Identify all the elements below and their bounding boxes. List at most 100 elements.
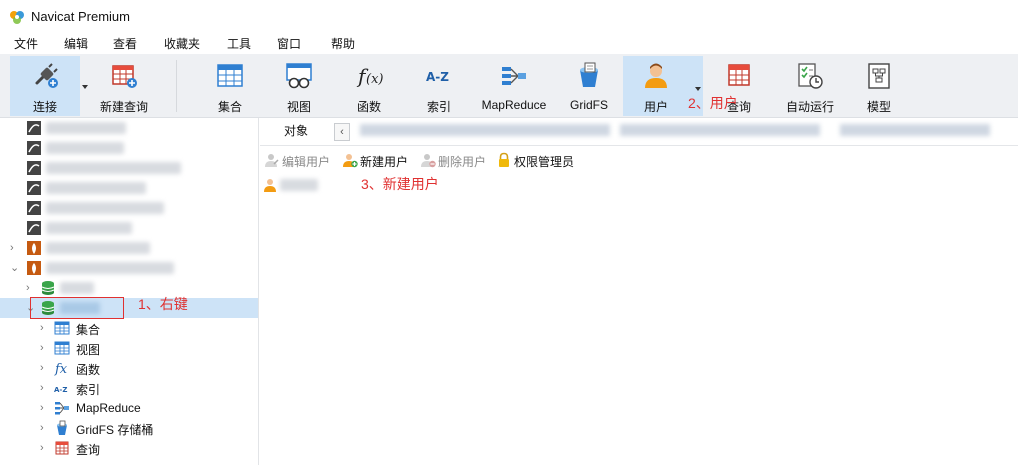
object-action-bar: 编辑用户 新建用户 删除用户 权限管理员 [260, 148, 1018, 172]
automation-button[interactable]: 自动运行 [779, 56, 841, 116]
tree-item-collections[interactable]: › 集合 [0, 318, 258, 338]
gridfs-icon [57, 420, 67, 435]
table-icon [217, 64, 243, 87]
edit-user-button[interactable]: 编辑用户 [264, 152, 340, 169]
tree-item-database[interactable]: › [0, 278, 258, 298]
query-icon [55, 441, 69, 455]
function-button[interactable]: f (x) 函数 [341, 56, 397, 116]
new-user-button[interactable]: 新建用户 [342, 152, 418, 169]
connect-dropdown-icon[interactable] [82, 85, 88, 89]
redacted-label [46, 182, 146, 194]
index-label: 索引 [426, 100, 451, 114]
tree-item-mongodb-connection-open[interactable]: ⌄ [0, 258, 258, 278]
tab-scroll-left-button[interactable]: ‹ [334, 123, 350, 141]
index-button[interactable]: A-Z 索引 [411, 56, 467, 116]
chevron-right-icon[interactable]: › [10, 242, 18, 254]
tree-item-views[interactable]: › 视图 [0, 338, 258, 358]
edit-user-icon [265, 154, 279, 167]
gridfs-button[interactable]: GridFS [562, 56, 616, 116]
mongodb-connection-icon [27, 241, 41, 255]
user-icon [264, 179, 276, 192]
user-dropdown-icon[interactable] [695, 87, 701, 91]
tree-item-mongodb-connection[interactable]: › [0, 238, 258, 258]
new-query-icon [112, 65, 137, 88]
query-icon [728, 64, 750, 86]
menu-help[interactable]: 帮助 [331, 35, 355, 52]
tree-item-connection[interactable] [0, 218, 258, 238]
redacted-tab [360, 124, 610, 136]
tree-label-functions: 函数 [76, 363, 101, 377]
mapreduce-button[interactable]: MapReduce [475, 56, 553, 116]
menu-view[interactable]: 查看 [113, 35, 137, 52]
chevron-right-icon[interactable]: › [40, 362, 48, 374]
function-label: 函数 [356, 100, 381, 114]
delete-user-icon [421, 154, 436, 168]
new-query-button[interactable]: 新建查询 [92, 56, 156, 116]
mapreduce-label: MapReduce [481, 98, 547, 112]
redacted-label [46, 242, 150, 254]
collection-label: 集合 [217, 100, 242, 114]
redacted-label [46, 162, 181, 174]
database-icon [41, 281, 55, 295]
chevron-right-icon[interactable]: › [26, 282, 34, 294]
menu-window[interactable]: 窗口 [277, 35, 301, 52]
svg-text:A-Z: A-Z [54, 386, 67, 394]
redacted-label [60, 282, 94, 294]
view-button[interactable]: 视图 [271, 56, 327, 116]
mysql-connection-icon [27, 181, 41, 195]
model-button[interactable]: 模型 [852, 56, 906, 116]
collection-button[interactable]: 集合 [202, 56, 258, 116]
connect-label: 连接 [32, 100, 57, 114]
lock-icon [499, 152, 509, 167]
menu-edit[interactable]: 编辑 [64, 35, 88, 52]
delete-user-label: 删除用户 [438, 155, 487, 169]
tree-item-connection[interactable] [0, 178, 258, 198]
menu-bar: 文件 编辑 查看 收藏夹 工具 窗口 帮助 [0, 32, 1018, 54]
tree-item-gridfs[interactable]: › GridFS 存储桶 [0, 418, 258, 438]
svg-text:A-Z: A-Z [426, 70, 449, 84]
mysql-connection-icon [27, 141, 41, 155]
user-icon [645, 63, 667, 88]
tree-item-functions[interactable]: › fx 函数 [0, 358, 258, 378]
tree-label-queries: 查询 [76, 443, 101, 457]
chevron-right-icon[interactable]: › [40, 422, 48, 434]
tree-label-mapreduce: MapReduce [76, 401, 141, 415]
redacted-tab [620, 124, 820, 136]
tree-item-connection[interactable] [0, 138, 258, 158]
svg-text:fx: fx [54, 362, 68, 376]
mysql-connection-icon [27, 161, 41, 175]
menu-file[interactable]: 文件 [14, 35, 38, 52]
chevron-right-icon[interactable]: › [40, 442, 48, 454]
connection-tree: › ⌄ › ⌄ › 集合 › 视图 › fx 函数 › A-Z 索引 › Map… [0, 118, 259, 465]
chevron-right-icon[interactable]: › [40, 322, 48, 334]
tree-item-connection[interactable] [0, 118, 258, 138]
redacted-label [46, 142, 124, 154]
tab-object[interactable]: 对象 [260, 118, 332, 145]
privilege-manager-button[interactable]: 权限管理员 [496, 152, 580, 169]
delete-user-button[interactable]: 删除用户 [420, 152, 496, 169]
redacted-label [46, 222, 132, 234]
chevron-down-icon[interactable]: ⌄ [10, 262, 19, 274]
tree-item-mapreduce[interactable]: › MapReduce [0, 398, 258, 418]
connect-button[interactable]: 连接 [10, 56, 80, 116]
tree-item-connection[interactable] [0, 158, 258, 178]
chevron-right-icon[interactable]: › [40, 382, 48, 394]
chevron-right-icon[interactable]: › [40, 342, 48, 354]
menu-favorites[interactable]: 收藏夹 [164, 35, 200, 52]
tree-label-collections: 集合 [76, 323, 101, 337]
sort-az-icon: A-Z [54, 386, 67, 394]
tree-item-connection[interactable] [0, 198, 258, 218]
tree-item-indexes[interactable]: › A-Z 索引 [0, 378, 258, 398]
tab-bar: 对象 ‹ [260, 118, 1018, 146]
window-title: Navicat Premium [31, 9, 130, 24]
table-icon [54, 321, 70, 335]
add-user-icon [343, 154, 358, 168]
view-icon [286, 63, 312, 89]
gridfs-icon [580, 62, 598, 87]
menu-tools[interactable]: 工具 [227, 35, 251, 52]
annotation-step2: 2、用户 [688, 95, 738, 111]
chevron-right-icon[interactable]: › [40, 402, 48, 414]
tree-item-queries[interactable]: › 查询 [0, 438, 258, 458]
redacted-label [280, 179, 318, 191]
title-bar: Navicat Premium [0, 0, 1018, 32]
